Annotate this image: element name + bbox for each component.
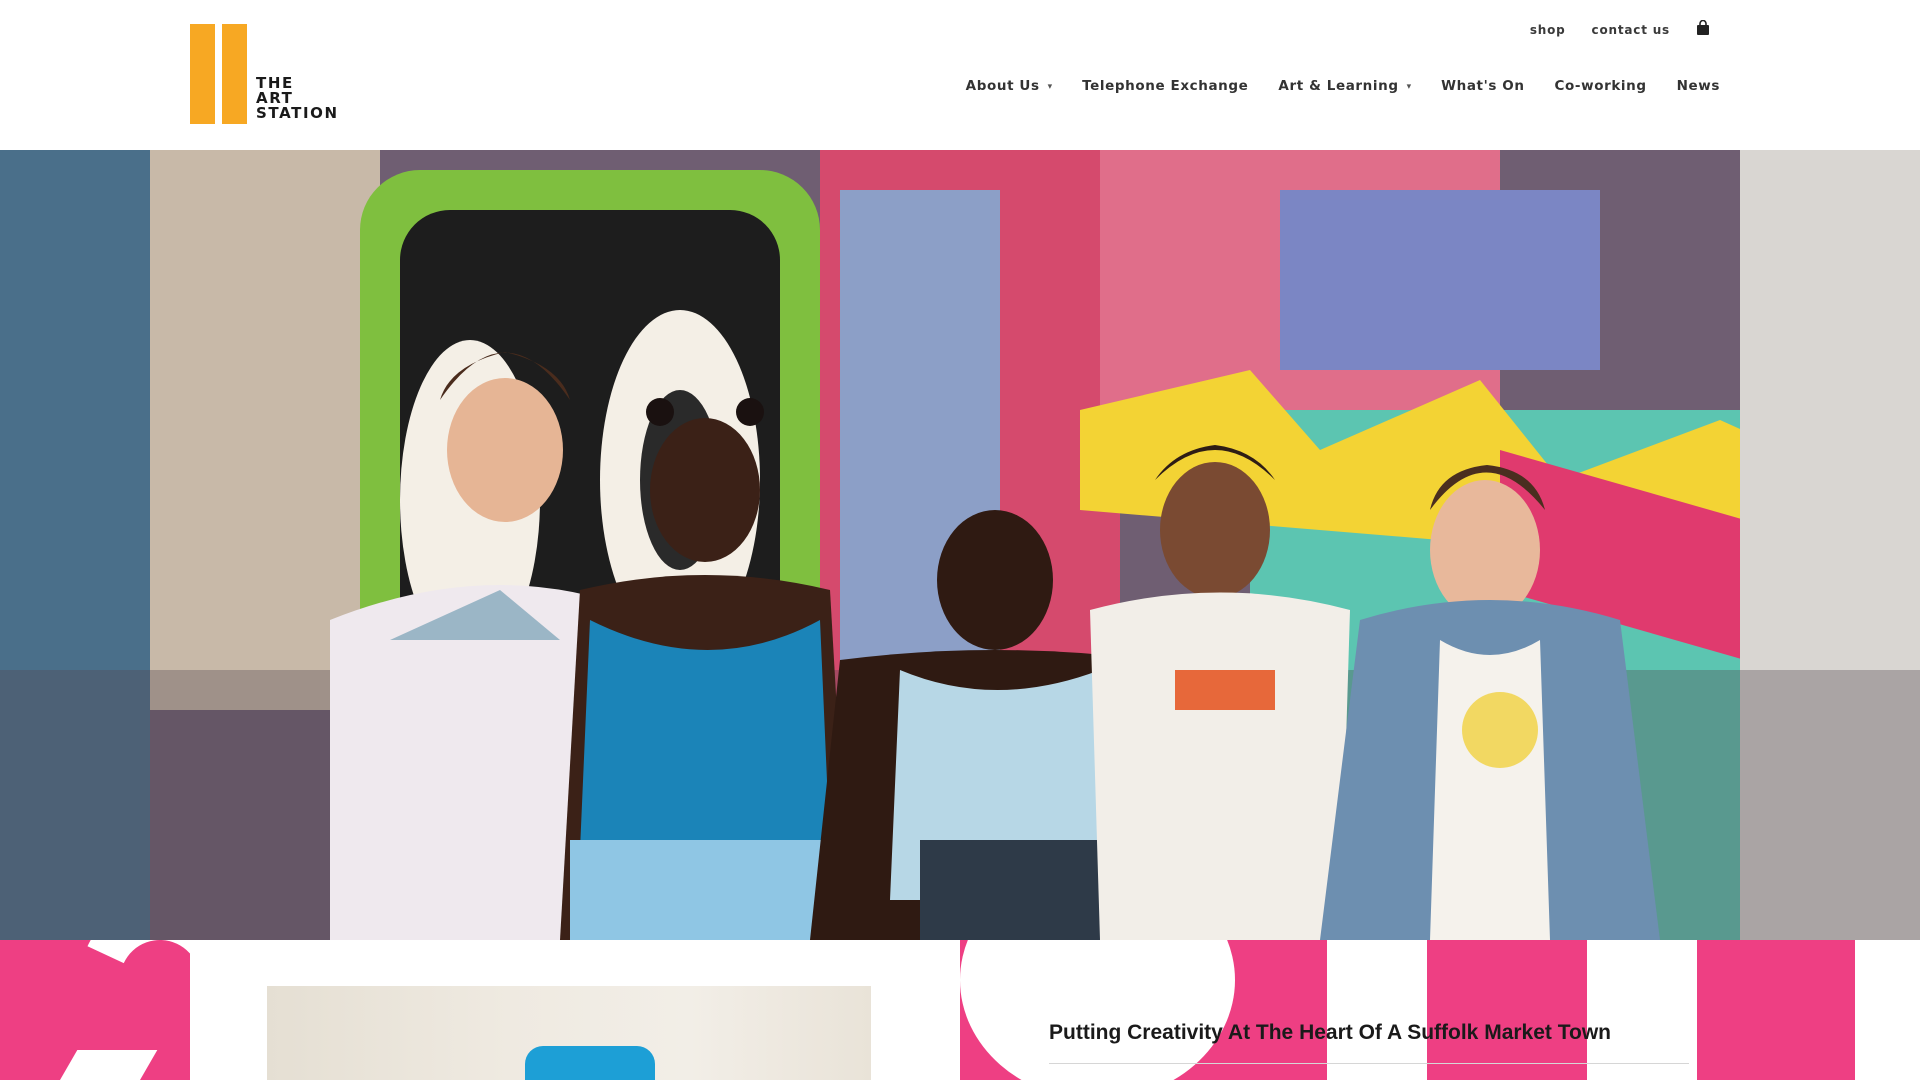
- decorative-stripe-1: [1327, 940, 1427, 1080]
- nav-item-art-learning[interactable]: Art & Learning ▾: [1278, 78, 1411, 94]
- decorative-letter-tail: [42, 1050, 158, 1080]
- nav-label-telephone-exchange: Telephone Exchange: [1082, 78, 1249, 94]
- nav-item-about-us[interactable]: About Us ▾: [966, 78, 1052, 94]
- decorative-pink-panel-left: [0, 940, 190, 1080]
- decorative-pink-panel-right: [960, 940, 1920, 1080]
- shop-link[interactable]: shop: [1530, 23, 1566, 37]
- intro-divider: [1049, 1063, 1689, 1064]
- shopping-bag-icon[interactable]: [1696, 20, 1710, 39]
- hero-image: [0, 150, 1920, 940]
- nav-item-co-working[interactable]: Co-working: [1555, 78, 1647, 94]
- decorative-circle-shape: [960, 940, 1235, 1080]
- site-header: THE ART STATION shop contact us About Us…: [0, 0, 1920, 150]
- nav-label-co-working: Co-working: [1554, 78, 1647, 94]
- logo-bar-left: [190, 24, 215, 124]
- nav-label-news: News: [1676, 78, 1720, 94]
- decorative-stripe-3: [1855, 940, 1920, 1080]
- nav-label-whats-on: What's On: [1441, 78, 1525, 94]
- nav-item-news[interactable]: News: [1677, 78, 1720, 94]
- logo-line-3: STATION: [256, 104, 339, 122]
- chevron-down-icon[interactable]: ▾: [1048, 81, 1053, 92]
- hero-slider[interactable]: [0, 150, 1920, 940]
- intro-title: Putting Creativity At The Heart Of A Suf…: [1049, 1021, 1611, 1044]
- utility-nav: shop contact us: [1530, 20, 1710, 39]
- logo-wordmark: THE ART STATION: [256, 76, 339, 121]
- feature-image-blue-object: [525, 1046, 655, 1080]
- logo-bar-right: [222, 24, 247, 124]
- feature-image: [267, 986, 871, 1080]
- decorative-stripe-2: [1587, 940, 1697, 1080]
- nav-label-about-us: About Us: [965, 78, 1040, 94]
- contact-us-link[interactable]: contact us: [1592, 23, 1670, 37]
- nav-item-whats-on[interactable]: What's On: [1441, 78, 1524, 94]
- nav-item-telephone-exchange[interactable]: Telephone Exchange: [1082, 78, 1248, 94]
- site-logo[interactable]: THE ART STATION: [190, 24, 350, 126]
- chevron-down-icon[interactable]: ▾: [1407, 81, 1412, 92]
- nav-label-art-learning: Art & Learning: [1278, 78, 1399, 94]
- main-nav: About Us ▾ Telephone Exchange Art & Lear…: [966, 78, 1720, 94]
